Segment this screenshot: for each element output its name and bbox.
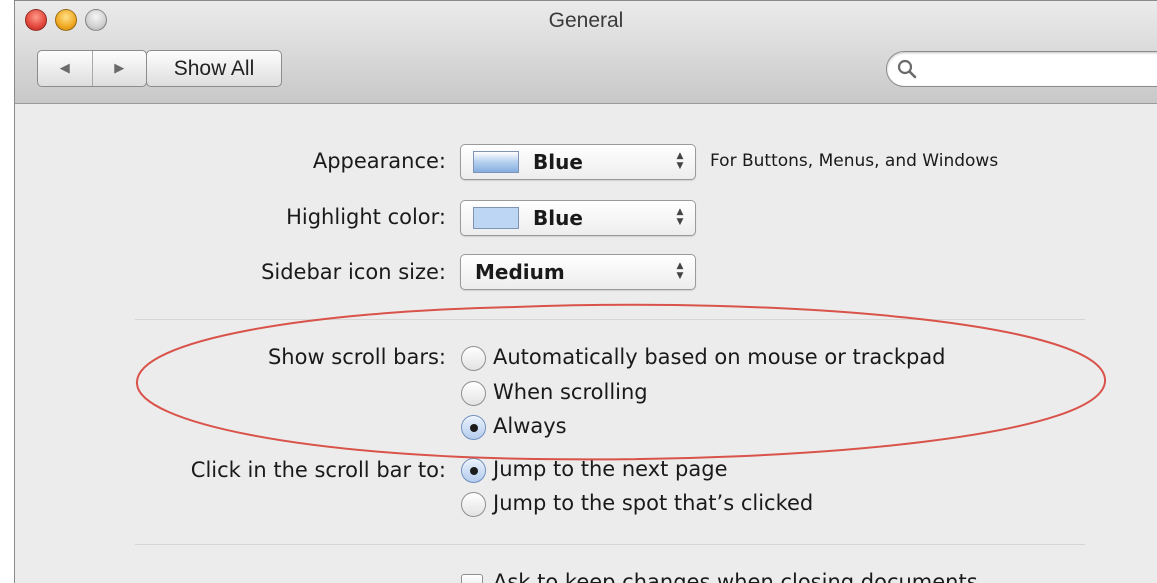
forward-arrow-icon: ▶ — [114, 61, 125, 76]
scroll-bars-automatic-label[interactable]: Automatically based on mouse or trackpad — [493, 345, 946, 369]
scroll-bars-always-label[interactable]: Always — [493, 414, 567, 438]
appearance-hint: For Buttons, Menus, and Windows — [710, 151, 999, 171]
toolbar: General ◀ ▶ Show All — [15, 1, 1157, 104]
ask-keep-changes-checkbox[interactable] — [461, 574, 483, 583]
search-input[interactable] — [923, 56, 1157, 82]
show-all-button[interactable]: Show All — [146, 50, 282, 87]
highlight-color-value: Blue — [533, 206, 583, 230]
forward-button[interactable]: ▶ — [91, 51, 147, 86]
scroll-bars-when-scrolling-label[interactable]: When scrolling — [493, 380, 648, 404]
sidebar-icon-size-label: Sidebar icon size: — [261, 260, 446, 284]
appearance-value: Blue — [533, 150, 583, 174]
ask-keep-changes-label[interactable]: Ask to keep changes when closing documen… — [493, 570, 978, 583]
sidebar-icon-size-value: Medium — [475, 260, 565, 284]
highlight-color-swatch — [473, 207, 519, 229]
click-jump-next-page-radio[interactable] — [461, 458, 486, 483]
appearance-popup[interactable]: Blue ▲ ▼ — [460, 144, 696, 180]
scroll-bars-always-radio[interactable] — [461, 415, 486, 440]
appearance-label: Appearance: — [312, 149, 446, 173]
back-button[interactable]: ◀ — [38, 51, 92, 86]
preferences-window: General ◀ ▶ Show All Appearance: Blue ▲ ▼… — [14, 0, 1157, 583]
back-forward-control: ◀ ▶ — [37, 50, 147, 87]
search-field[interactable] — [886, 51, 1157, 87]
section-divider — [135, 319, 1085, 320]
popup-arrows-icon: ▲ ▼ — [676, 207, 684, 227]
click-jump-to-spot-radio[interactable] — [461, 492, 486, 517]
back-arrow-icon: ◀ — [59, 61, 70, 76]
popup-arrows-icon: ▲ ▼ — [676, 151, 684, 171]
show-scroll-bars-label: Show scroll bars: — [267, 345, 446, 369]
click-scroll-bar-label: Click in the scroll bar to: — [190, 458, 446, 482]
popup-arrows-icon: ▲ ▼ — [676, 261, 684, 281]
search-icon — [897, 59, 917, 79]
section-divider — [135, 544, 1085, 545]
highlight-color-popup[interactable]: Blue ▲ ▼ — [460, 200, 696, 236]
scroll-bars-automatic-radio[interactable] — [461, 346, 486, 371]
click-jump-next-page-label[interactable]: Jump to the next page — [493, 457, 728, 481]
window-title: General — [548, 9, 624, 32]
appearance-color-swatch — [473, 151, 519, 173]
highlight-color-label: Highlight color: — [286, 205, 446, 229]
scroll-bars-when-scrolling-radio[interactable] — [461, 381, 486, 406]
click-jump-to-spot-label[interactable]: Jump to the spot that’s clicked — [493, 491, 813, 515]
sidebar-icon-size-popup[interactable]: Medium ▲ ▼ — [460, 254, 696, 290]
